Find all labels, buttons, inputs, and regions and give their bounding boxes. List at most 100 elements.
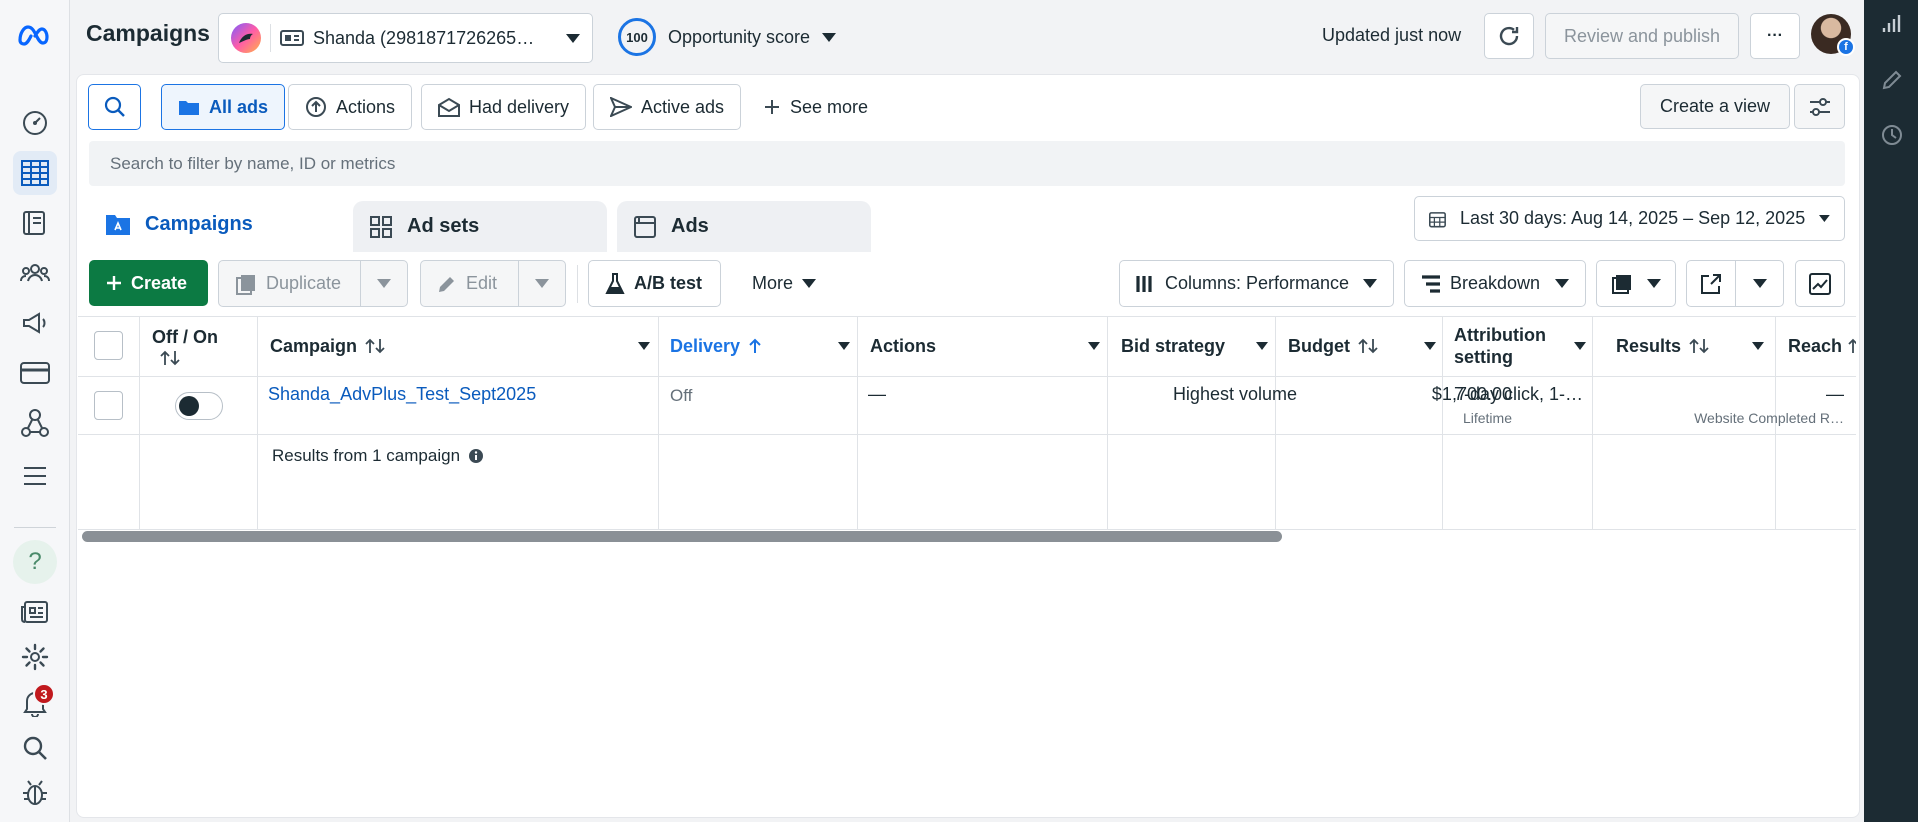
breakdown-icon [1422, 274, 1440, 293]
reports-icon [1612, 274, 1631, 294]
header-actions[interactable]: Actions [870, 316, 1100, 376]
chevron-down-icon [1555, 279, 1569, 288]
chevron-down-icon [638, 342, 650, 350]
more-actions-button[interactable]: More [735, 260, 833, 307]
header-attribution[interactable]: Attribution setting [1454, 316, 1586, 376]
refresh-button[interactable] [1484, 13, 1534, 59]
tab-ads[interactable]: Ads [617, 201, 871, 252]
avatar[interactable]: f [1811, 14, 1855, 56]
account-selector[interactable]: Shanda (2981871726265… [218, 13, 593, 63]
more-options-button[interactable]: ··· [1750, 13, 1800, 59]
header-budget-label: Budget [1288, 335, 1350, 356]
date-range-label: Last 30 days: Aug 14, 2025 – Sep 12, 202… [1459, 208, 1806, 228]
sort-ascending-icon [749, 338, 761, 353]
header-off-on[interactable]: Off / On [152, 316, 252, 376]
columns-selector[interactable]: Columns: Performance [1119, 260, 1394, 307]
report-bug-icon[interactable] [13, 771, 57, 815]
tab-ad-sets[interactable]: Ad sets [353, 201, 607, 252]
export-dropdown[interactable] [1735, 260, 1784, 307]
create-label: Create [131, 272, 188, 293]
audiences-icon[interactable] [13, 251, 57, 295]
horizontal-scrollbar[interactable] [82, 531, 1282, 542]
view-settings-button[interactable] [1794, 84, 1845, 129]
refresh-icon [1499, 26, 1519, 46]
select-all-checkbox[interactable] [94, 331, 123, 360]
search-input[interactable]: Search to filter by name, ID or metrics [89, 141, 1845, 186]
chevron-down-icon [1752, 342, 1764, 350]
chevron-down-icon [377, 279, 391, 288]
export-button[interactable] [1686, 260, 1736, 307]
date-range-picker[interactable]: Last 30 days: Aug 14, 2025 – Sep 12, 202… [1414, 196, 1845, 241]
results-value: — [1826, 384, 1844, 404]
sort-icon [1848, 338, 1856, 353]
chevron-down-icon [1424, 342, 1436, 350]
filter-actions[interactable]: Actions [288, 84, 413, 130]
page-title: Campaigns [86, 20, 210, 46]
sort-icon [1689, 338, 1709, 354]
results-summary-label: Results from 1 campaign [272, 446, 461, 465]
header-results[interactable]: Results [1616, 316, 1786, 376]
notifications-bell-icon[interactable]: 3 [13, 681, 57, 725]
review-publish-button[interactable]: Review and publish [1545, 13, 1739, 59]
create-button[interactable]: Create [89, 260, 208, 306]
campaign-toggle[interactable] [175, 392, 223, 420]
row-checkbox[interactable] [94, 391, 123, 420]
account-name: Shanda (2981871726265… [313, 27, 535, 48]
meta-logo-icon[interactable] [13, 13, 57, 57]
send-icon [610, 97, 632, 117]
sort-icon [160, 350, 180, 365]
edit-dropdown[interactable] [518, 260, 566, 307]
edit-pencil-icon[interactable] [1881, 69, 1903, 91]
settings-gear-icon[interactable] [13, 635, 57, 679]
column-divider [139, 316, 140, 530]
filter-actions-label: Actions [336, 96, 396, 117]
see-more-button[interactable]: See more [746, 84, 885, 130]
campaign-name-link[interactable]: Shanda_AdvPlus_Test_Sept2025 [268, 384, 536, 405]
ads-manager-table-icon[interactable] [13, 151, 57, 195]
all-tools-menu-icon[interactable] [13, 454, 57, 498]
notification-count-badge: 3 [33, 683, 55, 705]
header-budget[interactable]: Budget [1288, 316, 1436, 376]
ab-test-button[interactable]: A/B test [588, 260, 721, 307]
more-actions-label: More [752, 273, 794, 293]
chevron-down-icon [1647, 279, 1661, 288]
header-delivery[interactable]: Delivery [670, 316, 850, 376]
header-bid-strategy[interactable]: Bid strategy [1121, 316, 1268, 376]
header-attribution-line-2: setting [1454, 347, 1514, 367]
search-toggle-button[interactable] [88, 84, 141, 130]
opportunity-score[interactable]: 100 Opportunity score [618, 18, 837, 56]
column-divider [658, 316, 659, 530]
chevron-down-icon [1574, 342, 1586, 350]
columns-icon [1136, 275, 1152, 292]
folder-icon [179, 101, 199, 115]
chevron-down-icon [838, 342, 850, 350]
history-clock-icon[interactable] [1880, 123, 1904, 147]
pages-catalog-icon[interactable] [13, 201, 57, 245]
filter-had-delivery[interactable]: Had delivery [421, 84, 587, 130]
news-icon[interactable] [13, 590, 57, 634]
edit-label: Edit [466, 273, 498, 293]
insights-chart-icon[interactable] [1881, 14, 1903, 34]
header-reach[interactable]: Reach [1788, 316, 1856, 376]
billing-card-icon[interactable] [13, 351, 57, 395]
advertising-megaphone-icon[interactable] [13, 301, 57, 345]
search-icon[interactable] [13, 726, 57, 770]
filter-active-ads[interactable]: Active ads [593, 84, 742, 130]
breakdown-selector[interactable]: Breakdown [1404, 260, 1586, 307]
help-icon[interactable]: ? [13, 540, 57, 584]
ab-test-label: A/B test [634, 273, 703, 293]
events-manager-icon[interactable] [13, 401, 57, 445]
attribution-value: 7-day click, 1-… [1454, 384, 1584, 404]
create-view-button[interactable]: Create a view [1640, 84, 1790, 129]
reports-button[interactable] [1596, 260, 1676, 307]
dashboard-gauge-icon[interactable] [13, 100, 57, 144]
edit-button[interactable]: Edit [420, 260, 519, 307]
duplicate-button[interactable]: Duplicate [218, 260, 361, 307]
column-divider [1592, 316, 1593, 530]
charts-button[interactable] [1795, 260, 1845, 307]
header-campaign[interactable]: Campaign [270, 316, 650, 376]
tab-campaigns[interactable]: Campaigns [89, 196, 343, 252]
duplicate-dropdown[interactable] [360, 260, 408, 307]
toggle-knob [179, 396, 199, 416]
filter-all-ads[interactable]: All ads [161, 84, 286, 130]
